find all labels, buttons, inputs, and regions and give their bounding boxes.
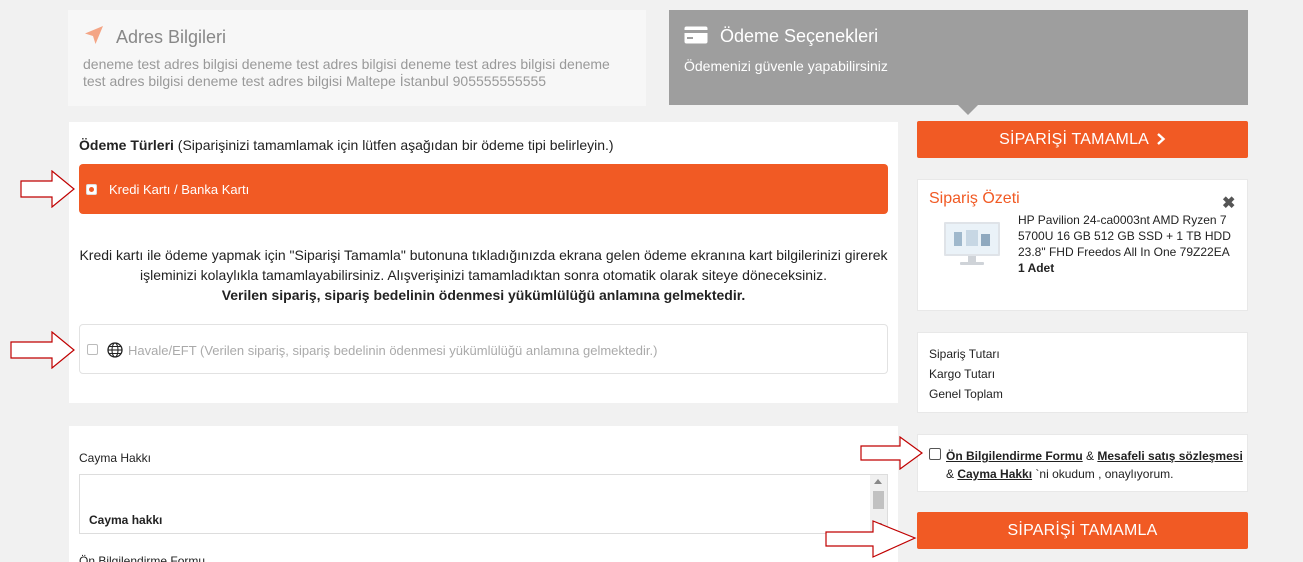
- cayma-panel: Cayma Hakkı Cayma hakkı Ön Bilgilendirme…: [69, 426, 898, 562]
- annotation-arrow-icon: [825, 520, 917, 558]
- shipping-total-label: Kargo Tutarı: [929, 367, 996, 381]
- credit-card-note: Verilen sipariş, sipariş bedelinin ödenm…: [221, 287, 746, 303]
- cayma-label: Cayma Hakkı: [79, 451, 152, 465]
- globe-icon: [107, 342, 123, 358]
- chevron-right-icon: [1157, 133, 1166, 145]
- payment-options-title: Ödeme Seçenekleri: [720, 26, 879, 46]
- credit-card-icon: [684, 26, 708, 44]
- havale-option[interactable]: Havale/EFT (Verilen sipariş, sipariş bed…: [79, 324, 888, 374]
- payment-types-label: Ödeme Türleri (Siparişinizi tamamlamak i…: [79, 137, 614, 153]
- on-bilgilendirme-link[interactable]: Ön Bilgilendirme Formu: [946, 449, 1083, 463]
- havale-checkbox[interactable]: [87, 344, 98, 355]
- payment-types-panel: Ödeme Türleri (Siparişinizi tamamlamak i…: [69, 122, 898, 403]
- order-summary-title: Sipariş Özeti: [929, 190, 1020, 207]
- totals-panel: Sipariş Tutarı Kargo Tutarı Genel Toplam: [917, 332, 1248, 413]
- product-image: [944, 222, 1000, 265]
- havale-label: Havale/EFT (Verilen sipariş, sipariş bed…: [128, 343, 658, 358]
- scroll-up-icon[interactable]: [874, 479, 882, 484]
- credit-card-desc-text: Kredi kartı ile ödeme yapmak için "Sipar…: [79, 247, 888, 283]
- location-arrow-icon: [85, 26, 103, 44]
- cayma-inner-title: Cayma hakkı: [89, 513, 163, 527]
- address-panel: Adres Bilgileri deneme test adres bilgis…: [68, 10, 646, 106]
- payment-options-subtitle: Ödemenizi güvenle yapabilirsiniz: [684, 58, 888, 74]
- scroll-thumb[interactable]: [873, 491, 884, 509]
- order-total-label: Sipariş Tutarı: [929, 347, 1000, 361]
- credit-card-description: Kredi kartı ile ödeme yapmak için "Sipar…: [69, 245, 898, 305]
- agreement-suffix: `ni okudum , onaylıyorum.: [1032, 467, 1174, 481]
- on-bilgilendirme-label: Ön Bilgilendirme Formu: [79, 554, 206, 562]
- agreement-separator: &: [946, 467, 958, 481]
- address-title: Adres Bilgileri: [116, 27, 227, 47]
- agreement-panel: Ön Bilgilendirme Formu & Mesafeli satış …: [917, 434, 1248, 492]
- annotation-arrow-icon: [860, 436, 924, 470]
- complete-order-button-top[interactable]: SİPARİŞİ TAMAMLA: [917, 121, 1248, 158]
- credit-card-radio[interactable]: [86, 184, 97, 195]
- address-text: deneme test adres bilgisi deneme test ad…: [83, 56, 610, 89]
- header-pointer: [958, 105, 978, 115]
- complete-order-label: SİPARİŞİ TAMAMLA: [999, 131, 1149, 148]
- product-name: HP Pavilion 24-ca0003nt AMD Ryzen 7 5700…: [1018, 213, 1231, 259]
- payment-types-heading: Ödeme Türleri: [79, 137, 174, 153]
- payment-options-header: Ödeme Seçenekleri Ödemenizi güvenle yapa…: [669, 10, 1248, 105]
- product-quantity: 1 Adet: [1018, 261, 1055, 275]
- grand-total-label: Genel Toplam: [929, 387, 1003, 401]
- close-icon[interactable]: ✖: [1222, 193, 1235, 213]
- complete-order-button-bottom[interactable]: SİPARİŞİ TAMAMLA: [917, 512, 1248, 549]
- agreement-separator: &: [1082, 449, 1098, 463]
- agreement-checkbox[interactable]: [929, 448, 941, 460]
- cayma-hakki-link[interactable]: Cayma Hakkı: [957, 467, 1032, 481]
- mesafeli-satis-link[interactable]: Mesafeli satış sözleşmesi: [1097, 449, 1242, 463]
- credit-card-option[interactable]: Kredi Kartı / Banka Kartı: [79, 164, 888, 214]
- cayma-textbox[interactable]: Cayma hakkı: [79, 474, 888, 534]
- order-summary: Sipariş Özeti ✖ HP Pavilion 24-ca0003nt …: [917, 179, 1248, 311]
- payment-types-hint: (Siparişinizi tamamlamak için lütfen aşa…: [173, 137, 614, 153]
- annotation-arrow-icon: [20, 170, 75, 208]
- agreement-text: Ön Bilgilendirme Formu & Mesafeli satış …: [946, 447, 1246, 483]
- annotation-arrow-icon: [10, 331, 75, 369]
- credit-card-label: Kredi Kartı / Banka Kartı: [109, 182, 250, 197]
